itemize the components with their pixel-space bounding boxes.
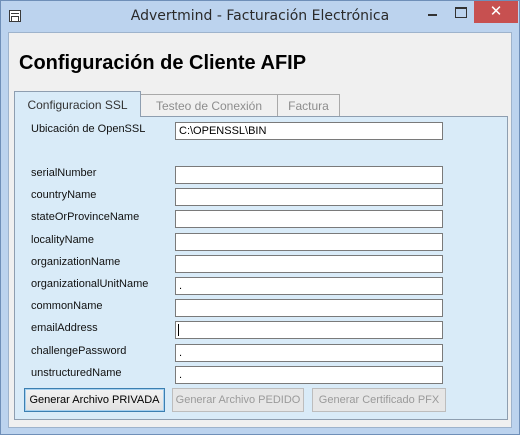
countryname-field[interactable] xyxy=(175,188,443,206)
title-bar[interactable]: Advertmind - Facturación Electrónica ✕ xyxy=(1,1,519,32)
form-client-area: Configuración de Cliente AFIP Configurac… xyxy=(8,32,512,428)
field-label-countryname: countryName xyxy=(31,189,97,201)
generate-request-button[interactable]: Generar Archivo PEDIDO xyxy=(172,388,304,412)
field-label-stateorprovincename: stateOrProvinceName xyxy=(31,211,140,223)
field-label-organizationname: organizationName xyxy=(31,256,121,268)
field-label-serialnumber: serialNumber xyxy=(31,167,97,179)
field-label-emailaddress: emailAddress xyxy=(31,322,98,334)
field-label-commonname: commonName xyxy=(31,300,103,312)
serialnumber-field[interactable] xyxy=(175,166,443,184)
generate-pfx-button[interactable]: Generar Certificado PFX xyxy=(312,388,446,412)
unstructuredname-field[interactable]: . xyxy=(175,366,443,384)
close-icon: ✕ xyxy=(489,2,503,20)
field-label-challengepassword: challengePassword xyxy=(31,345,127,357)
field-label-localityname: localityName xyxy=(31,234,94,246)
commonname-field[interactable] xyxy=(175,299,443,317)
organizationalunitname-field[interactable]: . xyxy=(175,277,443,295)
organizationname-field[interactable] xyxy=(175,255,443,273)
stateorprovincename-field[interactable] xyxy=(175,210,443,228)
openssl-label: Ubicación de OpenSSL xyxy=(31,123,146,135)
minimize-icon[interactable] xyxy=(418,1,446,23)
field-label-unstructuredname: unstructuredName xyxy=(31,367,122,379)
tab-configuracion-ssl[interactable]: Configuracion SSL xyxy=(14,91,141,117)
maximize-icon[interactable] xyxy=(446,1,474,23)
tab-testeo-conexion[interactable]: Testeo de Conexión xyxy=(140,94,278,116)
close-button[interactable]: ✕ xyxy=(474,1,518,23)
generate-private-key-button[interactable]: Generar Archivo PRIVADA xyxy=(24,388,165,412)
app-window: Advertmind - Facturación Electrónica ✕ C… xyxy=(0,0,520,435)
page-title: Configuración de Cliente AFIP xyxy=(19,52,307,74)
challengepassword-field[interactable]: . xyxy=(175,344,443,362)
tab-panel-ssl: Ubicación de OpenSSL C:\OPENSSL\BIN seri… xyxy=(14,116,508,420)
localityname-field[interactable] xyxy=(175,233,443,251)
emailaddress-field[interactable] xyxy=(175,321,443,339)
openssl-path-field[interactable]: C:\OPENSSL\BIN xyxy=(175,122,443,140)
field-label-organizationalunitname: organizationalUnitName xyxy=(31,278,149,290)
tab-factura[interactable]: Factura xyxy=(277,94,340,116)
